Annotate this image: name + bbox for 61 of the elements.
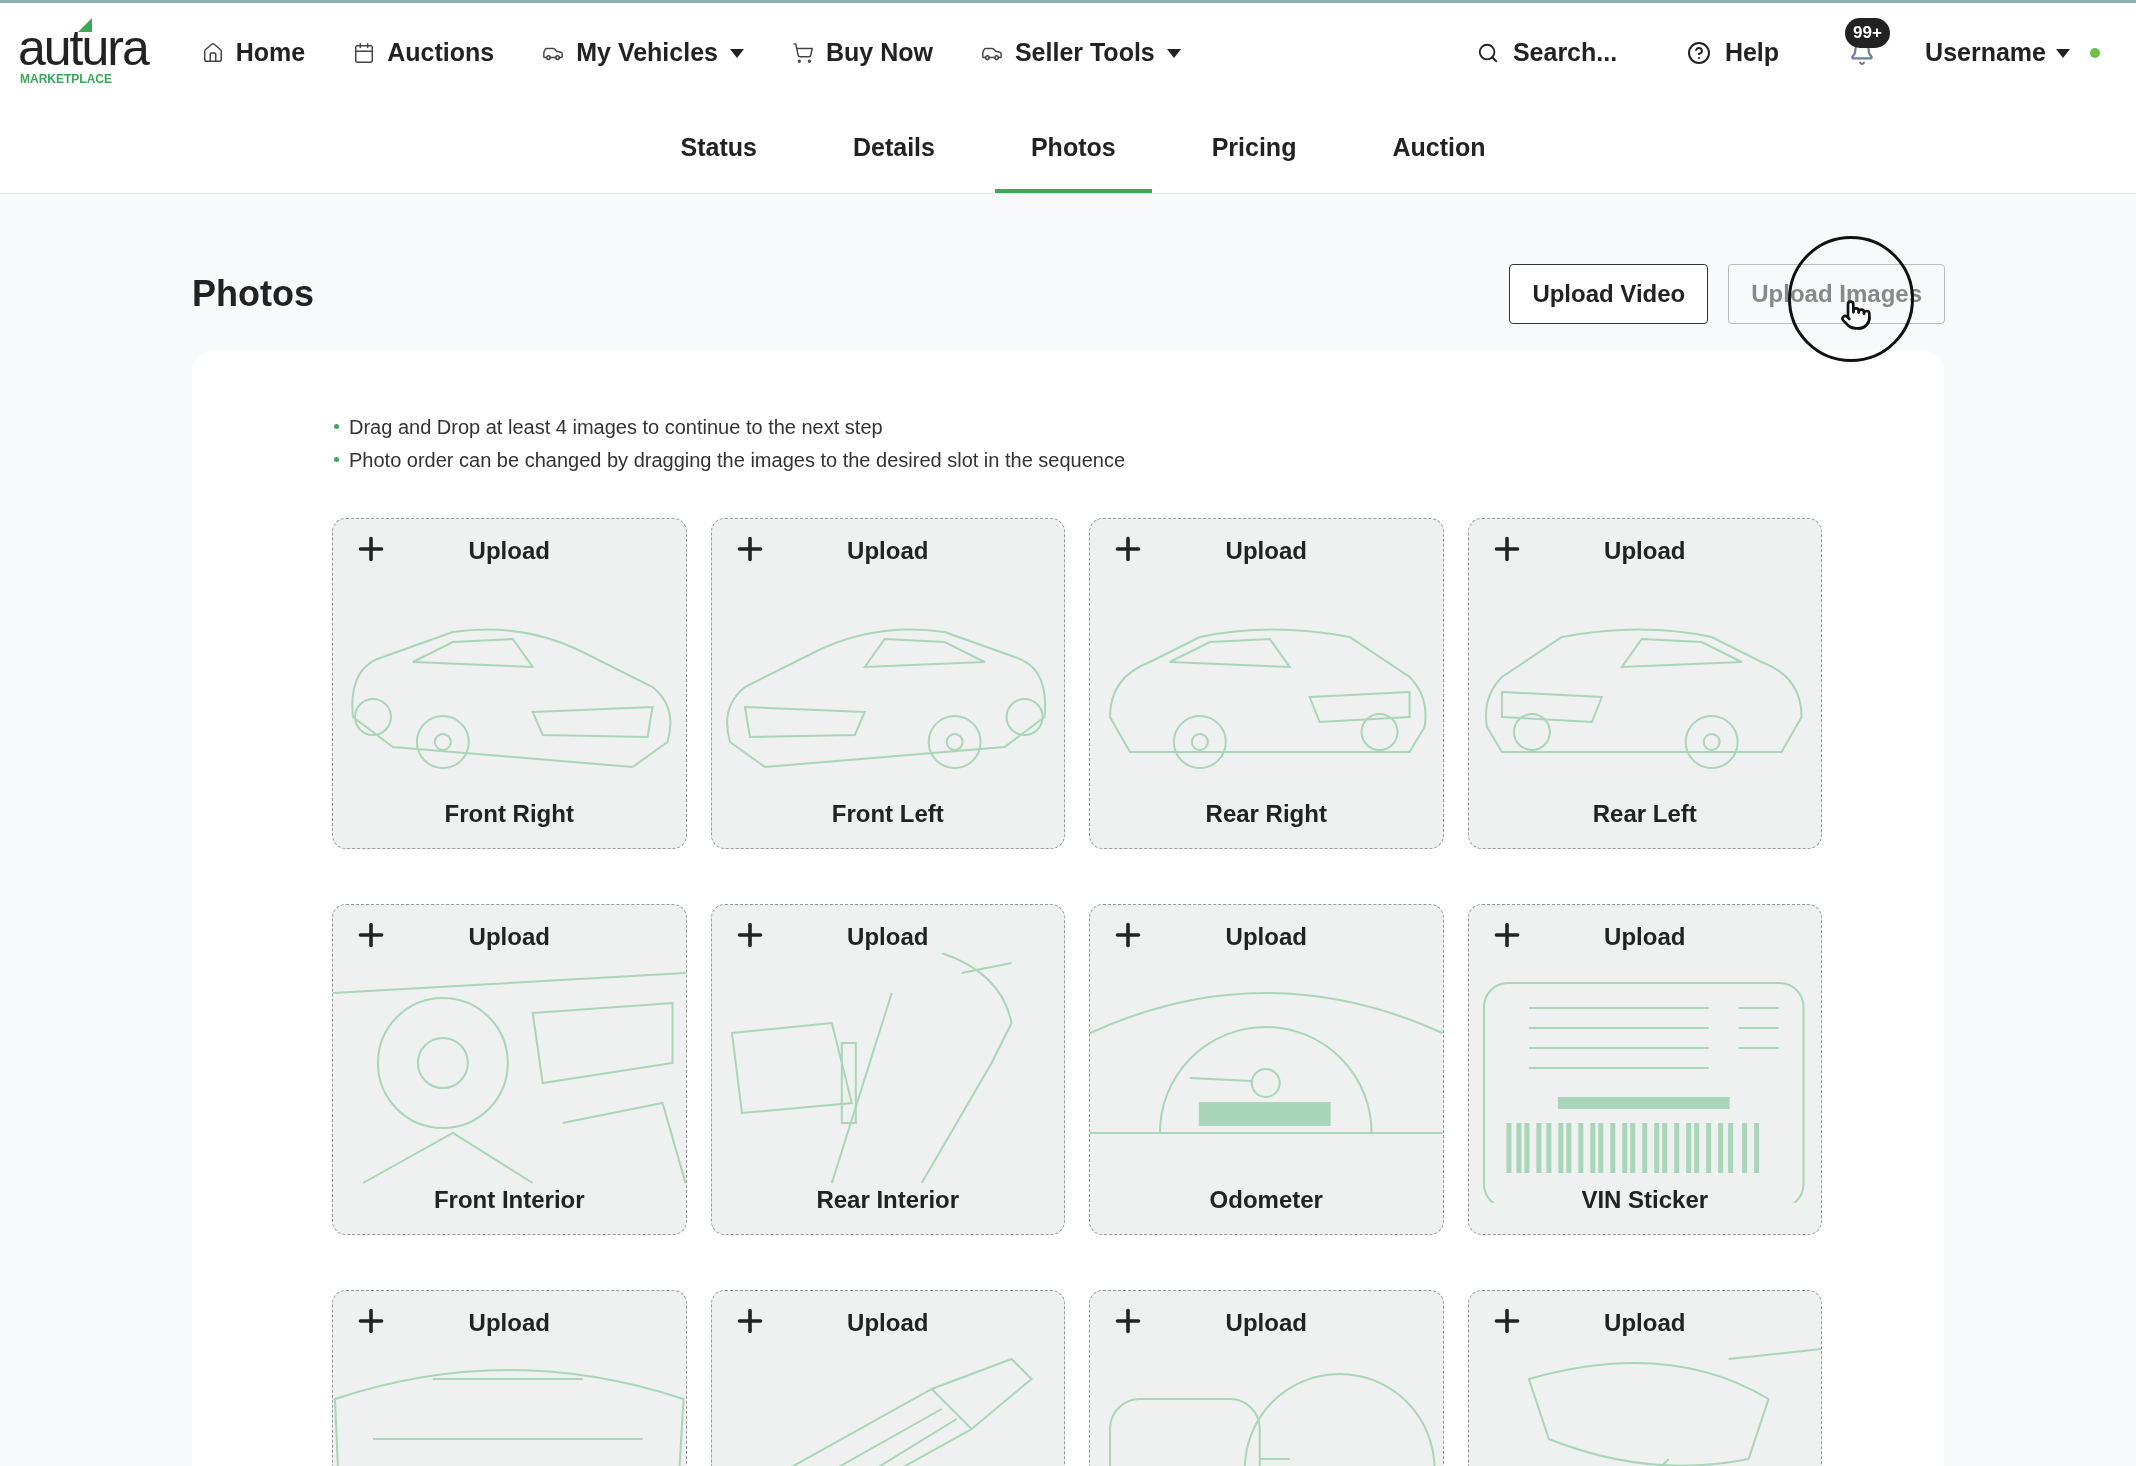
cart-icon [791, 42, 814, 64]
slot-label: VIN Sticker [1581, 1185, 1709, 1215]
upload-slot[interactable]: Upload Rear Left [1467, 518, 1822, 849]
home-icon [201, 42, 224, 64]
upload-label: Upload [1225, 922, 1307, 952]
help-icon [1686, 41, 1711, 65]
upload-label: Upload [1225, 1308, 1307, 1338]
caret-icon [2056, 48, 2070, 58]
instruction-text: Drag and Drop at least 4 images to continue to the next step [349, 414, 883, 440]
slot-label: Front Left [831, 799, 944, 829]
upload-label: Upload [1604, 922, 1686, 952]
page-title: Photos [192, 272, 314, 316]
search-icon [1476, 42, 1499, 64]
upload-label: Upload [847, 536, 929, 566]
nav-link[interactable]: My Vehicles [518, 34, 768, 72]
notification-badge: 99+ [1845, 18, 1890, 48]
user-menu[interactable]: Username [1925, 34, 2070, 72]
calendar-icon [353, 42, 376, 64]
upload-label: Upload [468, 1308, 550, 1338]
upload-slot[interactable]: Upload [1467, 1290, 1822, 1466]
logo-tagline: MARKETPLACE [20, 71, 113, 88]
slot-label: Front Right [444, 799, 574, 829]
search-field[interactable]: Search... [1512, 34, 1643, 72]
upload-label: Upload [468, 536, 550, 566]
upload-slot[interactable]: Upload Rear Right [1089, 518, 1444, 849]
nav-link[interactable]: Seller Tools [956, 34, 1205, 72]
bullet-icon [334, 457, 339, 462]
slot-label: Rear Left [1592, 799, 1697, 829]
upload-label: Upload [1604, 536, 1686, 566]
nav-link[interactable]: Buy Now [767, 34, 957, 72]
upload-slot[interactable]: Upload [710, 1290, 1065, 1466]
instruction-text: Photo order can be changed by dragging the images to the desired slot in the sequence [349, 447, 1126, 473]
upload-label: Upload [847, 922, 929, 952]
upload-slot[interactable]: Upload Odometer [1089, 904, 1444, 1235]
tab[interactable]: Details [816, 103, 971, 193]
upload-slot[interactable]: Upload Front Right [332, 518, 687, 849]
upload-button[interactable]: Upload Video [1509, 264, 1709, 324]
upload-slot[interactable]: Upload [1089, 1290, 1444, 1466]
upload-slot[interactable]: Upload [332, 1290, 687, 1466]
tab[interactable]: Auction [1356, 103, 1522, 193]
slot-label: Front Interior [433, 1185, 585, 1215]
upload-label: Upload [468, 922, 550, 952]
tab[interactable]: Photos [994, 103, 1152, 193]
nav-link[interactable]: Auctions [329, 34, 519, 72]
help-link[interactable]: Help [1686, 34, 1780, 72]
slot-label: Rear Interior [816, 1185, 960, 1215]
upload-slot[interactable]: Upload Rear Interior [710, 904, 1065, 1235]
upload-label: Upload [1604, 1308, 1686, 1338]
upload-label: Upload [847, 1308, 929, 1338]
logo[interactable]: autura [18, 26, 148, 70]
logo-triangle-icon [78, 18, 92, 32]
upload-slot[interactable]: Upload VIN Sticker [1467, 904, 1822, 1235]
slot-label: Rear Right [1205, 799, 1327, 829]
nav-link[interactable]: Home [177, 34, 330, 72]
upload-slot[interactable]: Upload Front Interior [332, 904, 687, 1235]
tab[interactable]: Pricing [1175, 103, 1333, 193]
slot-label: Odometer [1209, 1185, 1323, 1215]
upload-label: Upload [1225, 536, 1307, 566]
tab[interactable]: Status [644, 103, 793, 193]
bullet-icon [334, 424, 339, 429]
upload-slot[interactable]: Upload Front Left [710, 518, 1065, 849]
